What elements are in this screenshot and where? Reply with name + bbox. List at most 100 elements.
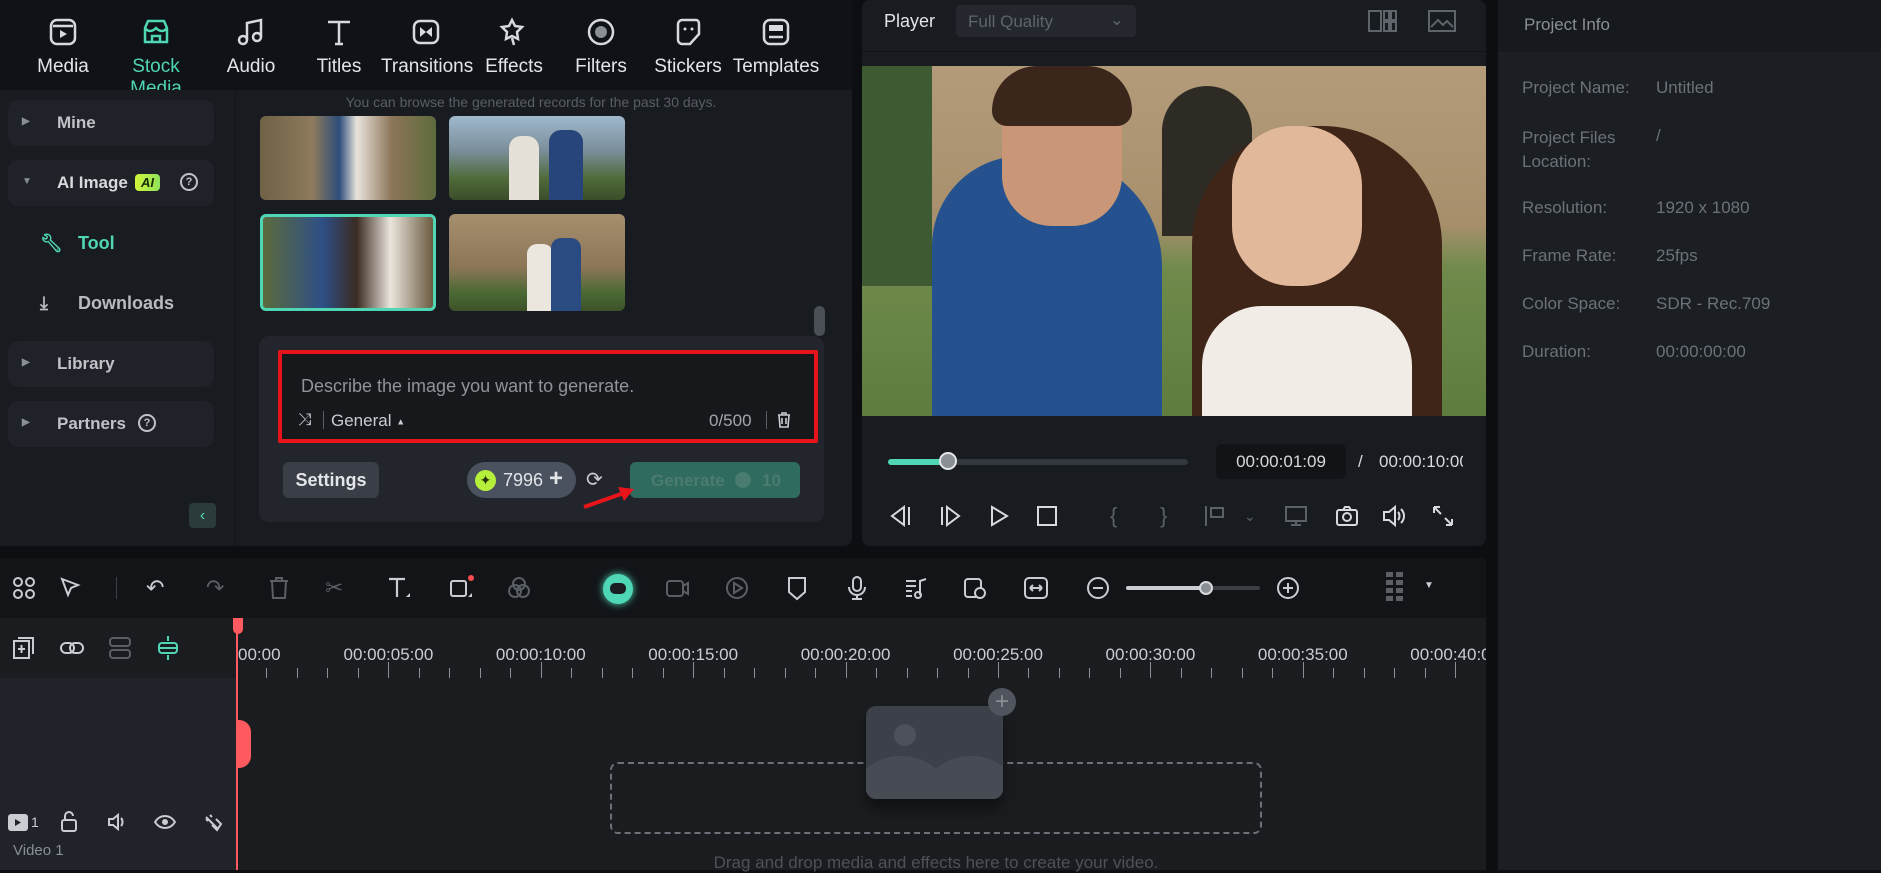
settings-button[interactable]: Settings (283, 462, 379, 498)
ruler-tick (815, 668, 816, 678)
help-icon[interactable]: ? (180, 173, 198, 191)
sidebar-item-mine[interactable]: ▶Mine (8, 100, 214, 146)
select-pointer-icon[interactable] (58, 575, 84, 601)
play-icon[interactable] (986, 503, 1012, 529)
generated-image-thumbnail[interactable] (260, 116, 436, 200)
crop-icon[interactable] (448, 575, 474, 601)
zoom-out-icon[interactable] (1085, 575, 1111, 601)
fit-timeline-icon[interactable] (1023, 575, 1049, 601)
shuffle-icon[interactable]: ⤨ (298, 410, 312, 430)
timeline-ruler[interactable]: 00:0000:00:05:0000:00:10:0000:00:15:0000… (0, 618, 1486, 678)
credits-pill[interactable]: ✦ 7996 + (467, 462, 576, 498)
ai-copilot-icon[interactable] (603, 574, 633, 604)
quality-value: Full Quality (968, 12, 1053, 31)
sidebar-item-partners[interactable]: ▶Partners ? (8, 401, 214, 447)
scrollbar-thumb[interactable] (814, 306, 825, 336)
nav-effects[interactable]: Effects (469, 16, 559, 78)
nav-stickers[interactable]: Stickers (643, 16, 733, 78)
generate-button[interactable]: Generate 10 (630, 462, 800, 498)
eye-icon[interactable] (154, 809, 176, 835)
playhead-drag-handle[interactable] (236, 720, 251, 768)
playhead-top-handle[interactable] (233, 618, 243, 634)
display-settings-icon[interactable] (1284, 503, 1310, 529)
generated-image-thumbnail-selected[interactable] (260, 214, 436, 311)
zoom-in-icon[interactable] (1275, 575, 1301, 601)
nav-transitions[interactable]: Transitions (381, 16, 471, 78)
mute-track-icon[interactable] (106, 809, 128, 835)
ruler-tick (998, 662, 999, 678)
ruler-tick (1272, 668, 1273, 678)
nav-titles[interactable]: Titles (294, 16, 384, 78)
ruler-tick (510, 668, 511, 678)
text-icon[interactable] (386, 575, 412, 601)
preview-render-icon[interactable] (962, 575, 988, 601)
mark-out-icon[interactable]: } (1160, 503, 1186, 529)
ruler-tick (1028, 668, 1029, 678)
image-view-icon[interactable] (1428, 10, 1456, 32)
sidebar-item-downloads[interactable]: ⤓Downloads (40, 293, 174, 314)
previous-frame-icon[interactable] (888, 503, 914, 529)
nav-label: Effects (485, 56, 543, 77)
auto-reframe-icon[interactable] (724, 575, 750, 601)
nav-templates[interactable]: Templates (730, 16, 822, 78)
media-placeholder-icon (866, 706, 1003, 799)
collapse-sidebar-button[interactable]: ‹ (189, 503, 216, 528)
ai-video-icon[interactable] (664, 575, 690, 601)
delete-icon[interactable] (266, 575, 292, 601)
ruler-tick (632, 668, 633, 678)
sidebar-item-label: Library (57, 354, 115, 374)
chevron-down-icon[interactable]: ⌄ (1244, 508, 1270, 534)
nav-media[interactable]: Media (18, 16, 108, 78)
quality-dropdown[interactable]: Full Quality⌄ (956, 5, 1136, 37)
prompt-input-box[interactable]: Describe the image you want to generate.… (278, 350, 818, 443)
snapshot-camera-icon[interactable] (1334, 503, 1360, 529)
ai-badge: AI (135, 174, 160, 191)
fullscreen-icon[interactable] (1430, 503, 1456, 529)
stickers-icon (672, 16, 704, 48)
microphone-icon[interactable] (844, 575, 870, 601)
grid-view-icon[interactable] (1368, 10, 1398, 32)
sidebar-item-tool[interactable]: 🔧︎Tool (40, 233, 115, 254)
add-media-icon[interactable]: + (988, 688, 1016, 716)
sidebar-item-ai-image[interactable]: ▼AI Image AI ? (8, 160, 214, 206)
mark-in-icon[interactable]: { (1110, 503, 1136, 529)
insert-clip-icon[interactable] (1203, 503, 1229, 529)
redo-icon[interactable]: ↷ (206, 575, 232, 601)
ruler-tick (876, 668, 877, 678)
nav-audio[interactable]: Audio (206, 16, 296, 78)
top-nav: Media Stock Media Audio Titles Transitio… (0, 0, 852, 90)
add-credits-icon[interactable]: + (549, 465, 563, 493)
caret-down-icon[interactable]: ▼ (1424, 580, 1434, 591)
playback-progress-knob[interactable] (939, 452, 957, 470)
generated-image-thumbnail[interactable] (449, 214, 625, 311)
audio-sync-icon[interactable] (903, 575, 929, 601)
generated-image-thumbnail[interactable] (449, 116, 625, 200)
volume-icon[interactable] (1381, 503, 1407, 529)
panel-divider[interactable] (1486, 546, 1498, 870)
nav-filters[interactable]: Filters (556, 16, 646, 78)
ruler-tick (1120, 668, 1121, 678)
lock-track-icon[interactable] (58, 809, 80, 835)
nav-label: Audio (227, 56, 276, 77)
nav-stock-media[interactable]: Stock Media (108, 16, 204, 100)
ai-effect-track-icon[interactable] (202, 809, 224, 835)
layout-icon[interactable] (11, 575, 37, 601)
help-icon[interactable]: ? (138, 414, 156, 432)
stop-icon[interactable] (1034, 503, 1060, 529)
sidebar-item-label: Mine (57, 113, 96, 133)
style-dropdown[interactable]: General ▲ (331, 411, 405, 431)
ruler-tick (1455, 662, 1456, 678)
prompt-input[interactable]: Describe the image you want to generate. (301, 376, 634, 397)
cut-icon[interactable]: ✂ (325, 575, 351, 601)
track-layout-icon[interactable] (1382, 570, 1408, 606)
trash-icon[interactable] (775, 411, 793, 429)
sidebar-item-library[interactable]: ▶Library (8, 341, 214, 387)
color-icon[interactable] (506, 575, 532, 601)
info-label: Project Name: (1522, 78, 1630, 98)
ruler-tick (297, 668, 298, 678)
next-frame-icon[interactable] (937, 503, 963, 529)
video-preview[interactable] (862, 66, 1486, 416)
undo-icon[interactable]: ↶ (146, 575, 172, 601)
sidebar (0, 90, 236, 546)
marker-icon[interactable] (784, 575, 810, 601)
